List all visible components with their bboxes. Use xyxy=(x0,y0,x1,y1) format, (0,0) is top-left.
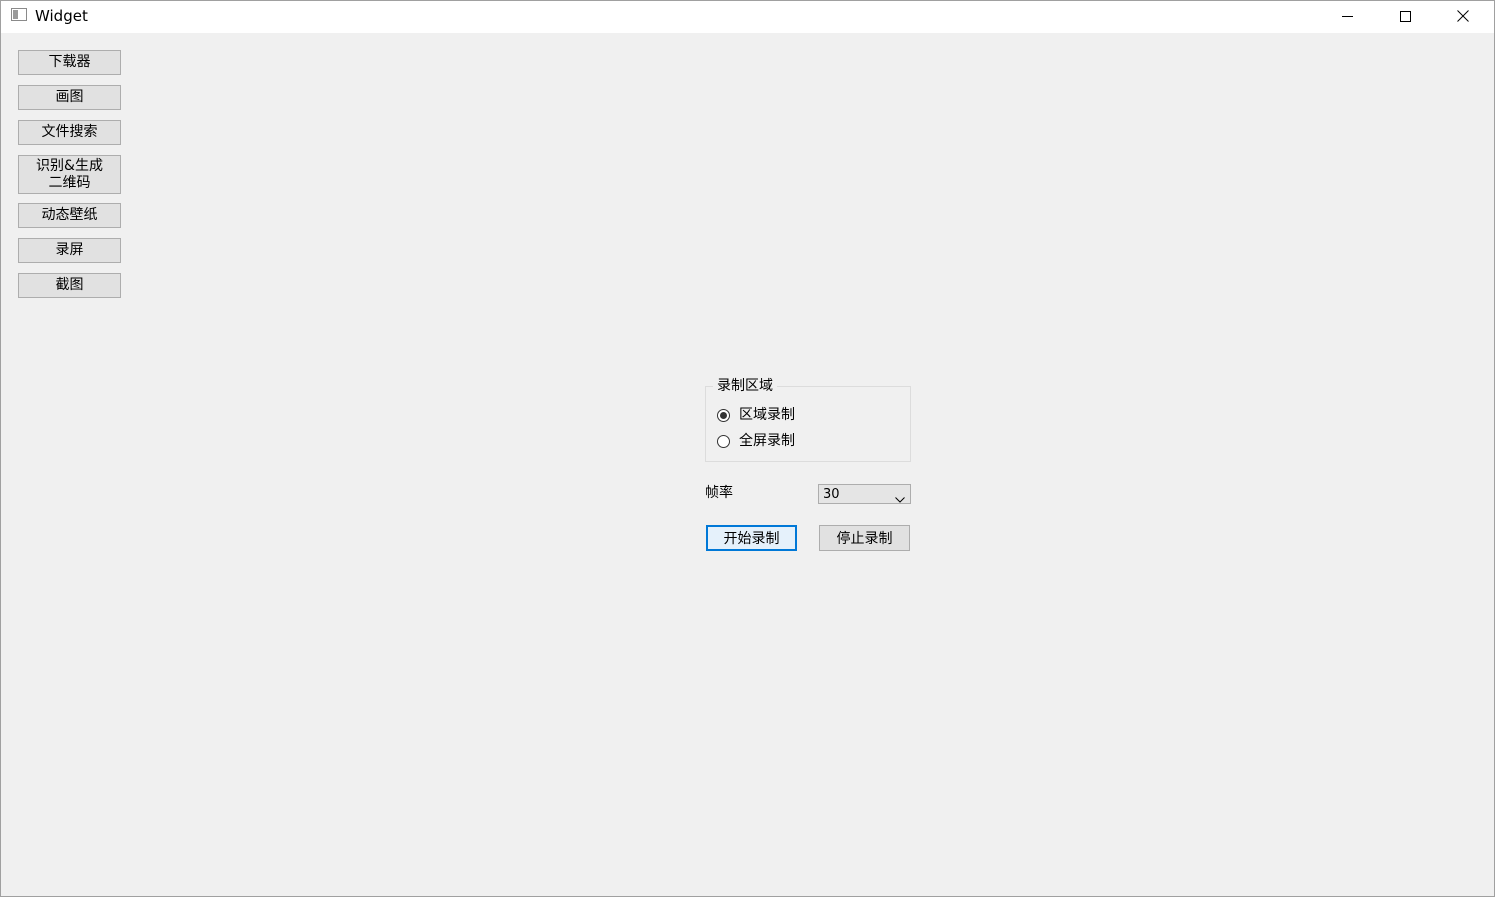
radio-fullscreen-record-label[interactable]: 全屏录制 xyxy=(739,432,795,450)
fps-label: 帧率 xyxy=(705,485,733,501)
close-button[interactable] xyxy=(1434,1,1492,31)
live-wallpaper-button[interactable]: 动态壁纸 xyxy=(18,203,121,228)
radio-region-record[interactable]: 区域录制 xyxy=(717,406,795,424)
maximize-button[interactable] xyxy=(1376,1,1434,31)
minimize-icon xyxy=(1341,11,1353,22)
maximize-icon xyxy=(1399,10,1411,22)
downloader-button[interactable]: 下载器 xyxy=(18,50,121,75)
fps-select-value: 30 xyxy=(823,487,840,502)
paint-button[interactable]: 画图 xyxy=(18,85,121,110)
screen-record-button[interactable]: 录屏 xyxy=(18,238,121,263)
app-window: Widget 下载器 画图 文件搜索 识别&生成 二维码 动态壁纸 录屏 截图 … xyxy=(0,0,1495,897)
stop-record-button[interactable]: 停止录制 xyxy=(819,525,910,551)
record-area-group-title: 录制区域 xyxy=(713,377,777,395)
radio-fullscreen-record[interactable]: 全屏录制 xyxy=(717,432,795,450)
minimize-button[interactable] xyxy=(1318,1,1376,31)
record-area-group xyxy=(705,386,911,462)
close-icon xyxy=(1457,10,1469,22)
qrcode-button[interactable]: 识别&生成 二维码 xyxy=(18,155,121,194)
radio-checked-icon[interactable] xyxy=(717,408,730,422)
file-search-button[interactable]: 文件搜索 xyxy=(18,120,121,145)
start-record-button[interactable]: 开始录制 xyxy=(706,525,797,551)
chevron-down-icon xyxy=(895,491,905,507)
title-bar[interactable]: Widget xyxy=(1,1,1494,33)
radio-region-record-label[interactable]: 区域录制 xyxy=(739,406,795,424)
radio-unchecked-icon[interactable] xyxy=(717,434,730,448)
screenshot-button[interactable]: 截图 xyxy=(18,273,121,298)
fps-select[interactable]: 30 xyxy=(818,484,911,504)
app-window-icon xyxy=(11,8,27,21)
window-title: Widget xyxy=(35,7,88,25)
